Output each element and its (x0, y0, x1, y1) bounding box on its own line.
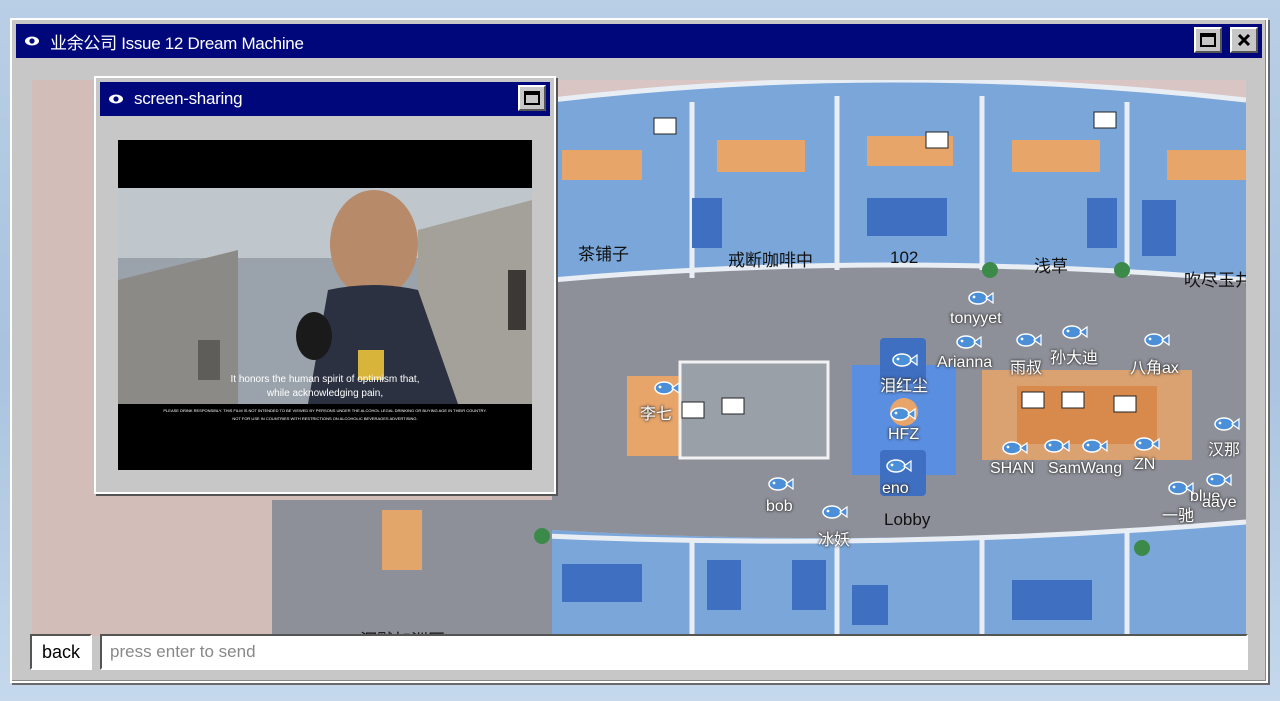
user-label[interactable]: HFZ (888, 426, 919, 444)
room-label-coffee: 戒断咖啡中 (728, 251, 813, 270)
chat-input[interactable]: press enter to send (100, 634, 1248, 670)
user-label[interactable]: aaye (1202, 494, 1237, 512)
user-label[interactable]: 冰妖 (818, 526, 850, 550)
video-subtitle-1: It honors the human spirit of optimism t… (230, 374, 420, 385)
room-label-tea: 茶铺子 (578, 245, 629, 264)
user-label[interactable]: 泪红尘 (880, 372, 928, 396)
room-label-lobby: Lobby (884, 510, 931, 529)
screen-sharing-window: screen-sharing It honors the human spiri… (94, 76, 556, 494)
maximize-icon (1200, 33, 1216, 47)
main-title-bar[interactable]: 业余公司 Issue 12 Dream Machine (16, 24, 1262, 58)
user-label[interactable]: 李七 (640, 400, 672, 424)
eye-icon (25, 36, 39, 46)
user-label[interactable]: bob (766, 498, 793, 516)
shared-video[interactable]: It honors the human spirit of optimism t… (118, 140, 532, 470)
maximize-button[interactable] (518, 85, 546, 111)
user-label[interactable]: 雨叔 (1010, 354, 1042, 378)
user-label[interactable]: 汉那 (1208, 436, 1240, 460)
close-icon (1237, 33, 1251, 47)
video-subtitle-2: while acknowledging pain, (266, 388, 384, 399)
user-label[interactable]: ZN (1134, 456, 1155, 474)
video-disclaimer-1: PLEASE DRINK RESPONSIBLY. THIS FILM IS N… (163, 408, 487, 413)
chat-input-placeholder: press enter to send (110, 642, 256, 661)
room-label-102: 102 (890, 248, 919, 267)
room-label-yujing: 吹尽玉井 (1184, 271, 1246, 290)
user-label[interactable]: 孙大迪 (1050, 344, 1098, 368)
room-label-asakusa: 浅草 (1034, 257, 1068, 276)
video-disclaimer-2: NOT FOR USE IN COUNTRIES WITH RESTRICTIO… (232, 416, 418, 421)
close-button[interactable] (1230, 27, 1258, 53)
maximize-button[interactable] (1194, 27, 1222, 53)
user-label[interactable]: SamWang (1048, 460, 1122, 478)
window-title: 业余公司 Issue 12 Dream Machine (50, 33, 304, 53)
screen-sharing-title-bar[interactable]: screen-sharing (100, 82, 550, 116)
maximize-icon (524, 91, 540, 105)
screen-sharing-title: screen-sharing (134, 89, 243, 108)
user-label[interactable]: 八角ax (1130, 354, 1179, 378)
user-label[interactable]: Arianna (937, 354, 992, 372)
user-label[interactable]: eno (882, 480, 909, 498)
eye-icon (109, 94, 123, 104)
user-label[interactable]: tonyyet (950, 310, 1002, 328)
back-button[interactable]: back (30, 634, 92, 670)
user-label[interactable]: SHAN (990, 460, 1034, 478)
